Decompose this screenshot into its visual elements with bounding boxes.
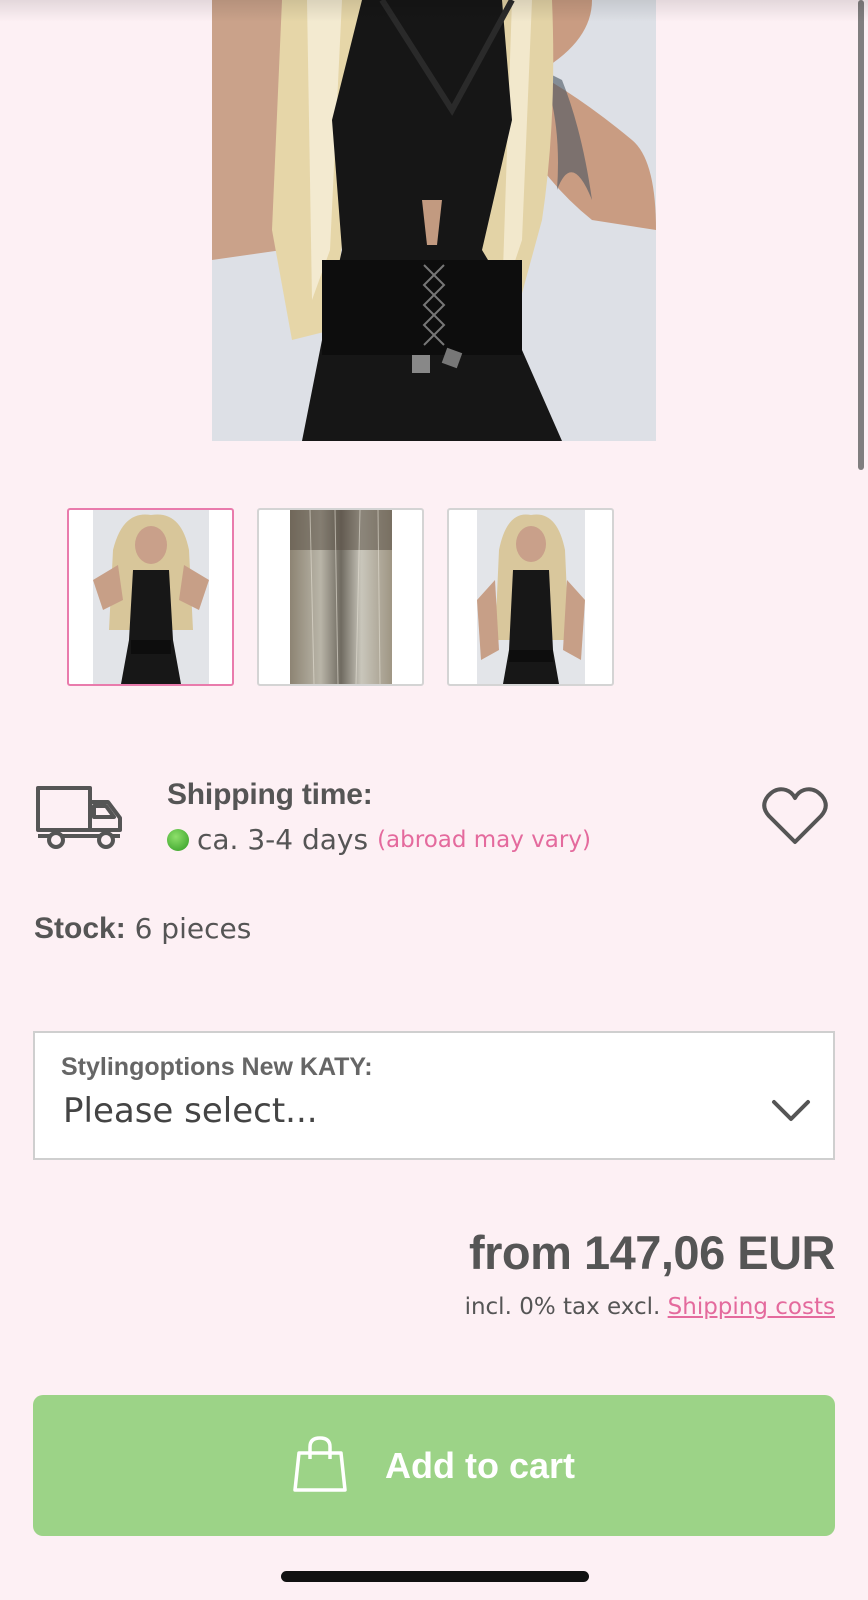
- thumbnail-3-image: [476, 510, 585, 684]
- thumbnail-1-image: [92, 510, 209, 684]
- shipping-time-row: ca. 3-4 days (abroad may vary): [167, 823, 591, 856]
- add-to-cart-label: Add to cart: [384, 1444, 575, 1486]
- thumbnail-1[interactable]: [67, 508, 234, 686]
- shipping-costs-link[interactable]: Shipping costs: [668, 1294, 835, 1320]
- thumbnail-gallery: [67, 508, 614, 686]
- styling-options-select[interactable]: Stylingoptions New KATY: Please select..…: [33, 1031, 835, 1160]
- product-photo: [212, 0, 656, 441]
- add-to-cart-button[interactable]: Add to cart: [33, 1395, 835, 1536]
- home-indicator[interactable]: [281, 1571, 589, 1582]
- scrollbar[interactable]: [858, 0, 864, 470]
- thumbnail-3[interactable]: [447, 508, 614, 686]
- stock-info: Stock: 6 pieces: [34, 912, 251, 946]
- select-label: Stylingoptions New KATY:: [61, 1053, 373, 1081]
- shopping-bag-icon: [293, 1435, 347, 1492]
- shipping-days: ca. 3-4 days: [197, 823, 369, 856]
- heart-icon[interactable]: [762, 786, 828, 846]
- header-shadow: [0, 0, 868, 22]
- stock-value: 6 pieces: [134, 912, 252, 945]
- product-page: Shipping time: ca. 3-4 days (abroad may …: [0, 0, 868, 1600]
- price: from 147,06 EUR: [468, 1226, 836, 1279]
- stock-label: Stock:: [34, 912, 126, 945]
- select-value: Please select...: [63, 1091, 318, 1131]
- thumbnail-2-image: [289, 510, 392, 684]
- truck-icon: [36, 786, 122, 849]
- tax-info: incl. 0% tax excl. Shipping costs: [465, 1294, 835, 1320]
- availability-dot: [167, 828, 189, 851]
- shipping-abroad-note: (abroad may vary): [377, 826, 591, 853]
- shipping-time-label: Shipping time:: [167, 778, 373, 811]
- tax-text: incl. 0% tax excl.: [464, 1294, 661, 1320]
- product-main-image[interactable]: [212, 0, 656, 441]
- chevron-down-icon: [772, 1100, 810, 1121]
- thumbnail-2[interactable]: [257, 508, 424, 686]
